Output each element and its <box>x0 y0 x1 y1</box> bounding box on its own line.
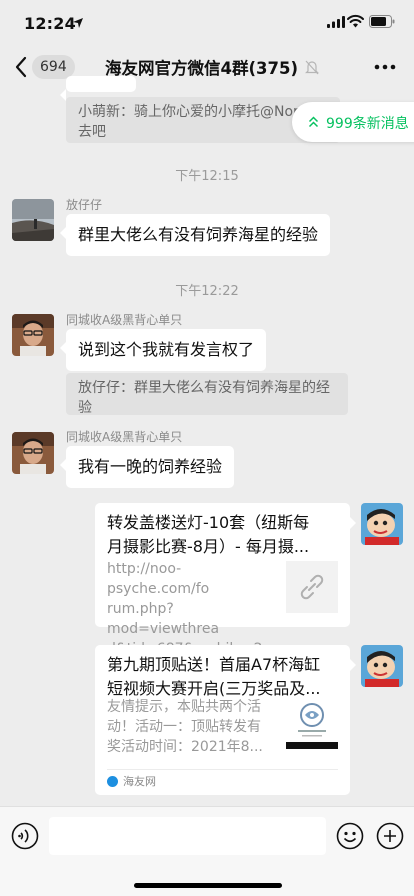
card-description-line: 动！活动一：顶贴转发有 <box>107 719 261 735</box>
home-indicator[interactable] <box>134 883 282 888</box>
quoted-message-line: 去吧 <box>78 124 106 140</box>
quoted-message-line: 放仔仔：群里大佬么有没有饲养海星的经 <box>78 380 330 396</box>
new-messages-button[interactable]: 999条新消息 <box>292 102 414 142</box>
card-description-line: http://noo-psyche.com/fo <box>107 561 210 597</box>
back-chevron-icon[interactable] <box>14 56 28 78</box>
avatar[interactable] <box>12 432 54 474</box>
cellular-signal-icon <box>327 16 345 28</box>
message-bubble[interactable]: 说到这个我就有发言权了 <box>59 329 267 371</box>
card-description-line: rum.php?mod=viewthrea <box>107 601 220 637</box>
card-title: 转发盖楼送灯-10套（纽斯每 月摄影比赛-8月）- 每月摄... <box>107 511 337 559</box>
avatar[interactable] <box>361 645 403 687</box>
battery-icon <box>369 15 395 28</box>
timestamp: 下午12:22 <box>175 284 239 299</box>
avatar-cartoon-image <box>361 503 403 545</box>
new-messages-label: 999条新消息 <box>326 116 409 132</box>
avatar[interactable] <box>12 314 54 356</box>
muted-bell-icon <box>305 60 319 75</box>
chat-title: 海友网官方微信4群(375) <box>105 59 299 78</box>
message-bubble[interactable]: 群里大佬么有没有饲养海星的经验 <box>59 214 331 256</box>
voice-input-icon[interactable] <box>11 822 39 850</box>
card-title-line: 月摄影比赛-8月）- 每月摄... <box>107 537 310 556</box>
chat-header: 694 海友网官方微信4群(375) <box>0 46 414 88</box>
location-arrow-icon <box>73 18 83 28</box>
link-card[interactable]: 转发盖楼送灯-10套（纽斯每 月摄影比赛-8月）- 每月摄... http://… <box>95 503 356 657</box>
message-input[interactable] <box>49 817 326 855</box>
emoji-icon[interactable] <box>336 822 364 850</box>
avatar-portrait-image <box>12 314 54 356</box>
quoted-message: 放仔仔：群里大佬么有没有饲养海星的经 验 <box>66 373 348 416</box>
link-thumbnail <box>286 561 338 613</box>
quoted-message-line: 小萌新：骑上你心爱的小摩托@Nor <box>78 104 299 120</box>
avatar[interactable] <box>12 199 54 241</box>
message-bubble-partial <box>60 76 136 101</box>
wifi-icon <box>347 14 364 28</box>
contest-poster-image <box>286 697 338 749</box>
sender-name: 同城收A级黑背心单只 <box>66 430 183 444</box>
card-description-line: 友情提示，本贴共两个活 <box>107 699 261 715</box>
card-title-line: 转发盖楼送灯-10套（纽斯每 <box>107 513 310 532</box>
source-logo-icon <box>107 776 118 787</box>
card-thumbnail <box>286 697 338 749</box>
avatar-landscape-image <box>12 199 54 241</box>
sender-name: 放仔仔 <box>66 198 103 212</box>
plus-icon[interactable] <box>376 822 404 850</box>
card-title-line: 第九期顶贴送！首届A7杯海缸 <box>107 655 321 674</box>
message-bubble[interactable]: 我有一晚的饲养经验 <box>59 446 235 488</box>
link-card[interactable]: 第九期顶贴送！首届A7杯海缸 短视频大赛开启(三万奖品及... 友情提示，本贴共… <box>95 645 356 795</box>
card-description: 友情提示，本贴共两个活 动！活动一：顶贴转发有 奖活动时间：2021年8... <box>107 697 277 757</box>
timestamp: 下午12:15 <box>175 169 239 184</box>
status-bar: 12:24 <box>0 0 414 46</box>
avatar-portrait-image <box>12 432 54 474</box>
avatar[interactable] <box>361 503 403 545</box>
more-options-icon[interactable] <box>374 64 396 70</box>
quoted-message-line: 验 <box>78 400 92 416</box>
link-icon <box>300 574 324 600</box>
card-description: http://noo-psyche.com/fo rum.php?mod=vie… <box>107 559 279 659</box>
double-chevron-up-icon <box>308 116 319 128</box>
card-title: 第九期顶贴送！首届A7杯海缸 短视频大赛开启(三万奖品及... <box>107 653 337 701</box>
card-divider <box>107 769 338 770</box>
card-source-name: 海友网 <box>123 775 156 788</box>
status-time: 12:24 <box>24 14 76 33</box>
card-description-line: 奖活动时间：2021年8... <box>107 739 263 755</box>
avatar-cartoon-image <box>361 645 403 687</box>
sender-name: 同城收A级黑背心单只 <box>66 313 183 327</box>
